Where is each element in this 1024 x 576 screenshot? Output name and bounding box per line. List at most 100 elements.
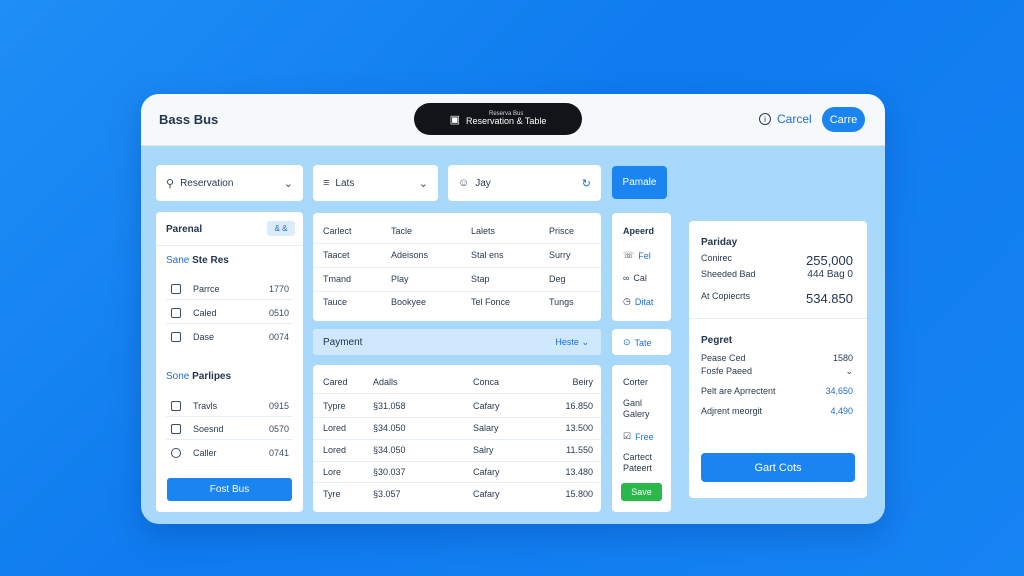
summary-label: Fosfe Paeed: [701, 366, 753, 376]
payment-label: Payment: [323, 337, 363, 348]
list-item[interactable]: Dase 0074: [171, 331, 289, 343]
divider: [313, 439, 601, 440]
summary-row[interactable]: Fosfe Paeed ⌄: [701, 366, 853, 377]
table-row[interactable]: Lored §34.050 Salary 13.500: [323, 423, 593, 433]
lists-select[interactable]: ≡ Lats ⌄: [313, 165, 438, 201]
list-item[interactable]: Travls 0915: [171, 400, 289, 412]
list-item-icon: [171, 401, 181, 411]
table-header: Adalls: [373, 377, 398, 387]
summary-value: 4,490: [830, 406, 853, 416]
list-item-label: Caled: [193, 308, 217, 318]
counter-free-item[interactable]: ☑ Free: [623, 431, 654, 442]
table-cell: Tyre: [323, 489, 341, 499]
side-item-tel[interactable]: ☏ Fel: [623, 250, 651, 261]
title-pill[interactable]: ▣ Reserva Bus Reservation & Table: [414, 103, 582, 135]
left-panel-button[interactable]: Fost Bus: [167, 478, 292, 501]
section-heading: Sone Parlipes: [166, 371, 231, 382]
summary-row: Conirec 255,000: [701, 253, 853, 268]
divider: [689, 318, 867, 319]
table-row[interactable]: Lored §34.050 Salry 11.550: [323, 445, 593, 455]
grid-row[interactable]: Carlect Tacle Lalets Prisce: [323, 226, 591, 236]
tag-icon: ☑: [623, 431, 632, 441]
pill-title: Reservation & Table: [466, 116, 547, 127]
left-panel-badge[interactable]: & &: [267, 221, 295, 236]
info-icon: i: [759, 113, 771, 125]
divider: [166, 323, 293, 324]
table-cell: Lore: [323, 467, 342, 477]
divider: [313, 291, 601, 292]
list-item-value: 1770: [268, 284, 289, 294]
list-item-value: 0570: [268, 424, 289, 434]
list-item-label: Caller: [193, 448, 217, 458]
grid-cell: Bookyee: [391, 297, 427, 307]
table-cell: 16.850: [565, 401, 593, 411]
table-cell: §34.050: [373, 423, 406, 433]
grid-row[interactable]: Tauce Bookyee Tel Fonce Tungs: [323, 297, 591, 307]
table-cell: Cafary: [473, 401, 500, 411]
payment-action-label: Heste: [555, 337, 579, 347]
side-item-label: Fel: [638, 250, 651, 261]
grid-row[interactable]: Taacet Adeisons Stal ens Surry: [323, 250, 591, 260]
reservation-select[interactable]: ⚲ Reservation ⌄: [156, 165, 303, 201]
list-item-icon: [171, 284, 181, 294]
side-item-label: Ditat: [634, 296, 654, 307]
name-input[interactable]: ☺ Jay ↻: [448, 165, 601, 201]
grid-cell: Tacle: [391, 226, 413, 236]
counter-line: Pateert: [623, 463, 653, 473]
section-title: Parlipes: [192, 371, 232, 382]
attachment-icon: ⊙: [623, 337, 631, 347]
summary-row: Sheeded Bad 444 Bag 0: [701, 269, 853, 280]
summary-subtitle: Pegret: [701, 335, 733, 346]
summary-action-button[interactable]: Gart Cots: [701, 453, 855, 482]
payment-table: Cared Adalls Conca Beiry Typre §31.058 C…: [313, 365, 601, 512]
side-item-call[interactable]: ∞ Cal: [623, 273, 647, 283]
table-row[interactable]: Tyre §3.057 Cafary 15.800: [323, 489, 593, 499]
table-cell: 13.500: [565, 423, 593, 433]
search-button[interactable]: Pamale: [612, 166, 667, 199]
user-icon: ☺: [458, 177, 470, 189]
list-item-icon: [171, 424, 181, 434]
grid-cell: Tungs: [549, 297, 574, 307]
table-cell: Lored: [323, 445, 347, 455]
counter-line: Cartect: [623, 452, 653, 462]
summary-title: Pariday: [701, 237, 738, 248]
list-item[interactable]: Soesnd 0570: [171, 423, 289, 435]
top-action-button[interactable]: Carre: [822, 107, 865, 132]
refresh-icon[interactable]: ↻: [582, 177, 591, 190]
divider: [166, 439, 293, 440]
counter-title: Corter: [623, 377, 649, 387]
table-cell: §3.057: [373, 489, 401, 499]
tate-item[interactable]: ⊙ Tate: [623, 337, 652, 348]
cancel-link[interactable]: i Carcel: [759, 112, 812, 126]
grid-cell: Play: [391, 274, 409, 284]
grid-row[interactable]: Tmand Play Stap Deg: [323, 274, 591, 284]
save-button[interactable]: Save: [621, 483, 662, 501]
summary-row: Adjrent meorgit 4,490: [701, 406, 853, 416]
left-panel-title: Parenal: [166, 224, 203, 235]
side-item-date[interactable]: ◷ Ditat: [623, 296, 653, 307]
table-cell: Typre: [323, 401, 346, 411]
grid-cell: Tauce: [323, 297, 348, 307]
counter-card: Corter Ganl Galery ☑ Free Cartect Pateer…: [612, 365, 671, 512]
table-cell: Lored: [323, 423, 347, 433]
table-cell: Cafary: [473, 467, 500, 477]
chevron-down-icon: ⌄: [283, 177, 293, 190]
counter-line: Galery: [623, 409, 650, 419]
grid-cell: Carlect: [323, 226, 352, 236]
payment-bar[interactable]: Payment Heste ⌄: [313, 329, 601, 355]
table-row[interactable]: Typre §31.058 Cafary 16.850: [323, 401, 593, 411]
list-item-icon: [171, 448, 181, 458]
list-item-label: Travls: [193, 401, 218, 411]
list-item[interactable]: Caled 0510: [171, 307, 289, 319]
counter-free-label: Free: [635, 431, 654, 442]
summary-label: At Copiecrts: [701, 291, 751, 301]
list-item-value: 0741: [268, 448, 289, 458]
divider: [166, 416, 293, 417]
list-item[interactable]: Caller 0741: [171, 447, 289, 459]
summary-value: 1580: [832, 353, 853, 363]
tate-card[interactable]: ⊙ Tate: [612, 329, 671, 355]
list-item[interactable]: Parrce 1770: [171, 283, 289, 295]
payment-action[interactable]: Heste ⌄: [555, 337, 589, 348]
link-icon: ∞: [623, 273, 630, 283]
table-row[interactable]: Lore §30.037 Cafary 13.480: [323, 467, 593, 477]
